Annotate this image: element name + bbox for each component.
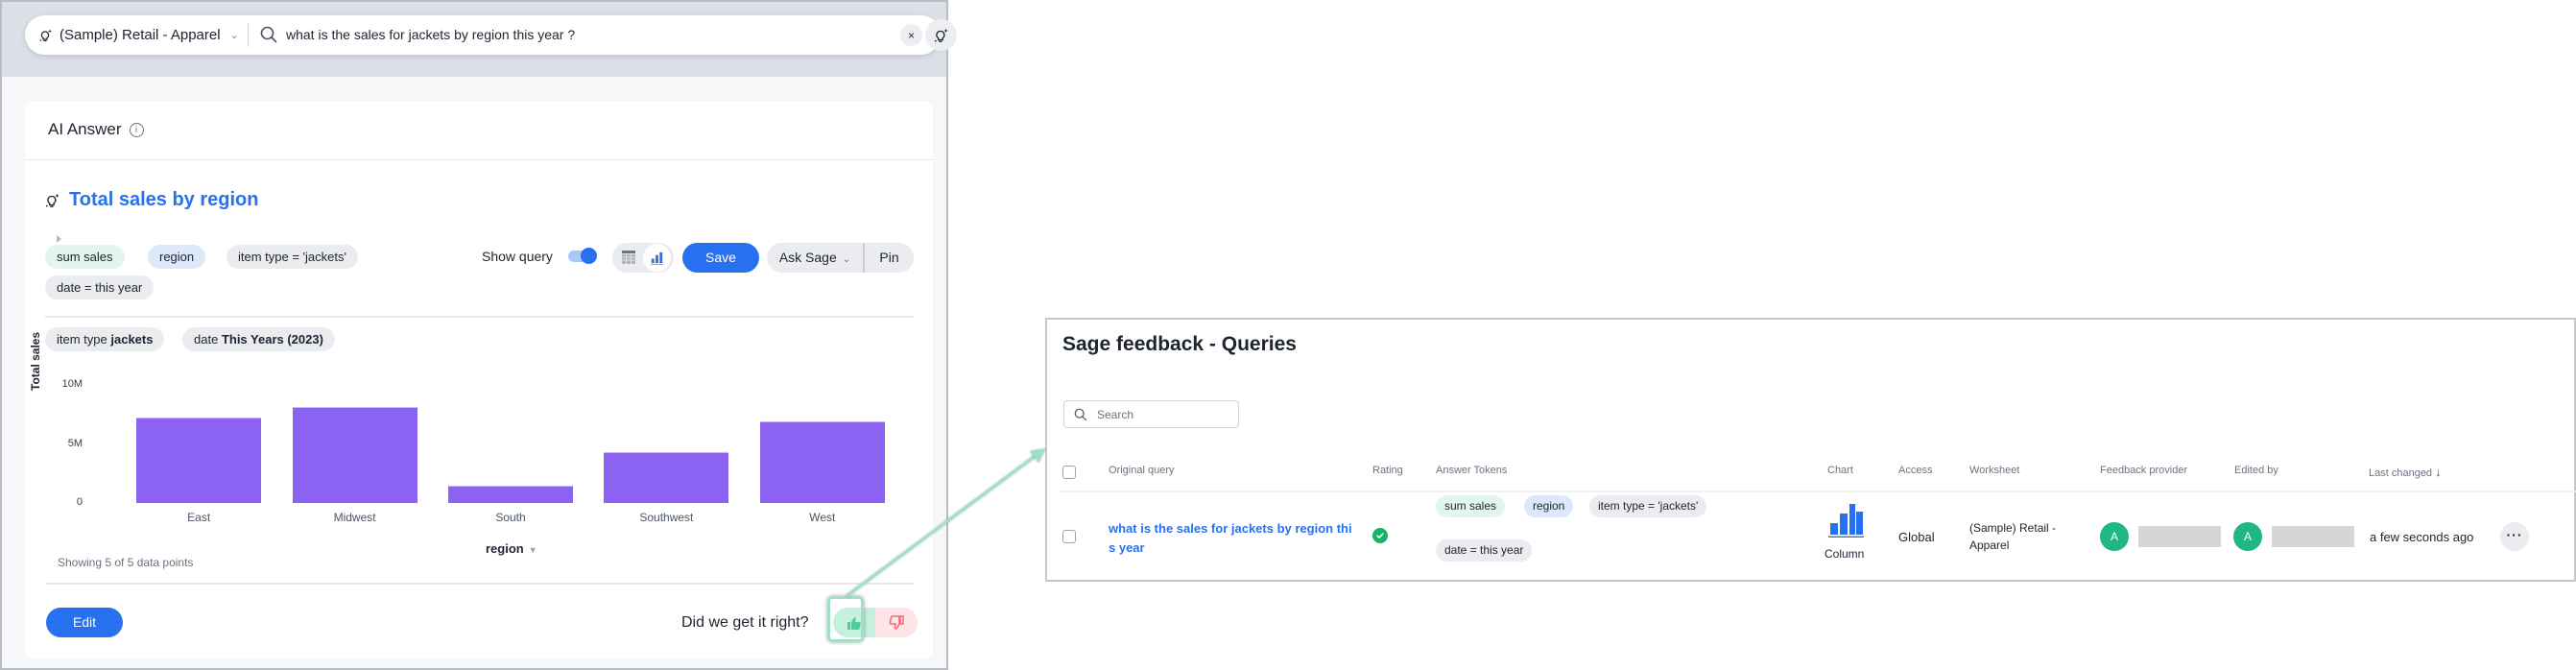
feedback-search[interactable] xyxy=(1063,400,1239,428)
sage-feedback-panel: Sage feedback - Queries Original query R… xyxy=(1045,318,2576,582)
feedback-question: Did we get it right? xyxy=(681,614,809,631)
column-header-feedback-provider[interactable]: Feedback provider xyxy=(2100,465,2187,476)
x-tick-label: Southwest xyxy=(639,511,694,524)
column-header-edited-by[interactable]: Edited by xyxy=(2234,465,2278,476)
search-divider xyxy=(248,23,249,47)
sage-bulb-icon xyxy=(934,28,948,42)
search-input[interactable] xyxy=(1097,401,1231,427)
column-header-rating[interactable]: Rating xyxy=(1372,465,1403,476)
last-changed-value: a few seconds ago xyxy=(2370,530,2474,544)
access-value: Global xyxy=(1898,530,1935,544)
original-query-link[interactable]: what is the sales for jackets by region … xyxy=(1109,519,1358,558)
bar-southwest[interactable] xyxy=(604,452,729,503)
search-icon xyxy=(260,26,277,43)
sage-answer-panel: (Sample) Retail - Apparel ⌄ what is the … xyxy=(0,0,957,670)
column-header-chart[interactable]: Chart xyxy=(1827,465,1853,476)
chart-type-label: Column xyxy=(1825,547,1865,561)
clear-search-button[interactable]: × xyxy=(900,24,922,46)
y-axis-label[interactable]: Total sales xyxy=(29,332,42,391)
worksheet-value[interactable]: (Sample) Retail - Apparel xyxy=(1969,519,2075,554)
feedback-provider-avatar: A xyxy=(2100,522,2129,551)
arrow-head-icon xyxy=(1030,448,1046,463)
column-header-worksheet[interactable]: Worksheet xyxy=(1969,465,2019,476)
x-tick-label: South xyxy=(495,511,526,524)
positive-rating-icon xyxy=(1372,528,1388,543)
search-query-input[interactable]: what is the sales for jackets by region … xyxy=(286,15,575,55)
chevron-down-icon: ⌄ xyxy=(229,30,239,41)
sage-search-bar: (Sample) Retail - Apparel ⌄ what is the … xyxy=(25,15,957,55)
feedback-provider-name-redacted xyxy=(2138,526,2221,547)
column-chart-icon xyxy=(1828,504,1864,538)
x-tick-label: East xyxy=(187,511,211,524)
column-header-label: Last changed xyxy=(2369,467,2433,479)
sage-bulb-icon xyxy=(39,29,52,41)
edited-by-avatar: A xyxy=(2233,522,2262,551)
thumbs-down-icon xyxy=(889,614,904,630)
thumbs-down-button[interactable] xyxy=(875,608,918,637)
more-options-button[interactable]: ··· xyxy=(2500,522,2529,551)
bar-chart: Total sales 0 5M 10M East Midwest South South… xyxy=(25,101,933,658)
data-points-count: Showing 5 of 5 data points xyxy=(58,556,194,569)
y-tick-label: 5M xyxy=(67,437,83,449)
column-header-answer-tokens[interactable]: Answer Tokens xyxy=(1436,465,1507,476)
answer-token-chip: sum sales xyxy=(1436,495,1506,517)
search-header: (Sample) Retail - Apparel ⌄ what is the … xyxy=(2,2,957,77)
close-icon: × xyxy=(907,28,915,42)
bar-east[interactable] xyxy=(136,418,262,503)
y-tick-label: 0 xyxy=(76,496,83,508)
column-header-original-query[interactable]: Original query xyxy=(1109,465,1174,476)
x-axis-label-text: region xyxy=(486,541,524,556)
footer-divider xyxy=(45,583,914,585)
thumbs-up-highlight xyxy=(827,596,864,642)
x-tick-label: West xyxy=(809,511,836,524)
answer-token-chip: region xyxy=(1524,495,1574,517)
edit-button[interactable]: Edit xyxy=(46,608,123,637)
answer-token-chip: item type = 'jackets' xyxy=(1589,495,1707,517)
datasource-name: (Sample) Retail - Apparel xyxy=(60,27,221,43)
search-icon xyxy=(1074,408,1087,421)
panel-title: Sage feedback - Queries xyxy=(1062,333,1297,355)
bar-midwest[interactable] xyxy=(292,407,417,503)
table-header-divider xyxy=(1059,491,2576,492)
sort-desc-icon: ↓ xyxy=(2435,465,2442,479)
bar-south[interactable] xyxy=(448,485,573,503)
column-header-last-changed[interactable]: Last changed ↓ xyxy=(2369,465,2442,479)
check-icon xyxy=(1376,533,1384,538)
ai-answer-card: AI Answer i Total sales by region sum sa… xyxy=(25,101,933,658)
y-tick-label: 10M xyxy=(61,378,83,390)
row-checkbox[interactable] xyxy=(1062,530,1076,543)
answer-token-chip: date = this year xyxy=(1436,539,1533,562)
column-header-access[interactable]: Access xyxy=(1898,465,1932,476)
y-axis-expand-icon[interactable] xyxy=(57,235,61,243)
x-axis-label[interactable]: region ▼ xyxy=(486,541,537,556)
x-tick-label: Midwest xyxy=(333,511,376,524)
datasource-selector[interactable]: (Sample) Retail - Apparel ⌄ xyxy=(38,15,239,55)
select-all-checkbox[interactable] xyxy=(1062,466,1076,479)
caret-down-icon: ▼ xyxy=(528,545,537,555)
sage-ask-button[interactable] xyxy=(925,19,957,51)
bar-west[interactable] xyxy=(759,421,885,503)
edited-by-name-redacted xyxy=(2272,526,2354,547)
